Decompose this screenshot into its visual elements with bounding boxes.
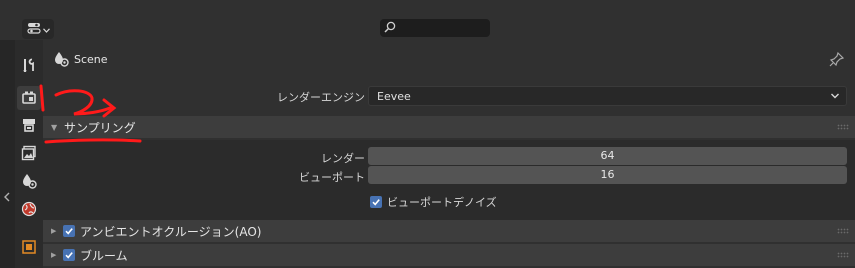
- pin-icon[interactable]: [829, 51, 845, 70]
- chevron-down-icon: [42, 23, 50, 36]
- viewport-denoise-label: ビューポートデノイズ: [387, 196, 497, 209]
- sampling-panel-header[interactable]: ▼ サンプリング: [43, 116, 855, 138]
- scene-icon: [21, 173, 37, 192]
- globe-icon: [21, 201, 37, 220]
- editor-type-button[interactable]: [22, 19, 54, 39]
- search-icon: [384, 21, 396, 36]
- search-input[interactable]: [380, 19, 490, 37]
- scene-icon: [53, 51, 69, 70]
- expand-triangle-right-icon: ▶: [51, 251, 57, 259]
- tab-scene[interactable]: [17, 170, 41, 194]
- properties-main-area: Scene レンダーエンジン Eevee ▼ サンプリング レンダー 64 ビュ…: [43, 40, 855, 268]
- camera-back-icon: [21, 89, 37, 108]
- drag-grip-icon[interactable]: [837, 124, 849, 130]
- expand-triangle-down-icon: ▼: [51, 122, 58, 132]
- render-engine-dropdown[interactable]: Eevee: [368, 86, 847, 106]
- context-title: Scene: [74, 53, 108, 66]
- bloom-panel-title: ブルーム: [80, 248, 128, 263]
- expand-triangle-right-icon: ▶: [51, 227, 57, 235]
- chevron-down-icon: [830, 90, 840, 105]
- tab-view-layer[interactable]: [17, 142, 41, 166]
- editor-header: [0, 0, 855, 40]
- drag-grip-icon[interactable]: [837, 228, 849, 234]
- render-engine-label: レンダーエンジン: [277, 91, 365, 104]
- tab-world[interactable]: [17, 198, 41, 222]
- viewport-samples-label: ビューポート: [299, 171, 365, 184]
- image-stack-icon: [21, 145, 37, 164]
- ao-panel-header[interactable]: ▶ アンビエントオクルージョン(AO): [43, 220, 855, 242]
- sampling-panel-title: サンプリング: [64, 120, 136, 135]
- ao-enable-checkbox[interactable]: [63, 225, 75, 237]
- bloom-enable-checkbox[interactable]: [63, 249, 75, 261]
- tab-tool[interactable]: [17, 54, 41, 78]
- ao-panel-title: アンビエントオクルージョン(AO): [80, 224, 262, 239]
- tab-object[interactable]: [17, 236, 41, 260]
- drag-grip-icon[interactable]: [837, 252, 849, 258]
- viewport-samples-field[interactable]: 16: [368, 166, 847, 184]
- collapse-arrow-icon[interactable]: [3, 192, 11, 205]
- viewport-denoise-checkbox[interactable]: [370, 196, 382, 208]
- tab-render[interactable]: [17, 86, 41, 110]
- tab-output[interactable]: [17, 114, 41, 138]
- viewport-denoise-option[interactable]: ビューポートデノイズ: [370, 194, 497, 210]
- bloom-panel-header[interactable]: ▶ ブルーム: [43, 244, 855, 266]
- adjacent-editor-edge: [0, 40, 15, 268]
- object-square-icon: [21, 239, 37, 258]
- render-samples-field[interactable]: 64: [368, 147, 847, 165]
- render-engine-value: Eevee: [377, 89, 411, 103]
- properties-tab-sidebar: [15, 40, 43, 268]
- properties-editor-icon: [26, 22, 41, 37]
- wrench-screwdriver-icon: [21, 57, 37, 76]
- sampling-panel-body: レンダー 64 ビューポート 16 ビューポートデノイズ: [43, 140, 855, 220]
- render-samples-label: レンダー: [321, 152, 365, 165]
- printer-icon: [21, 117, 37, 136]
